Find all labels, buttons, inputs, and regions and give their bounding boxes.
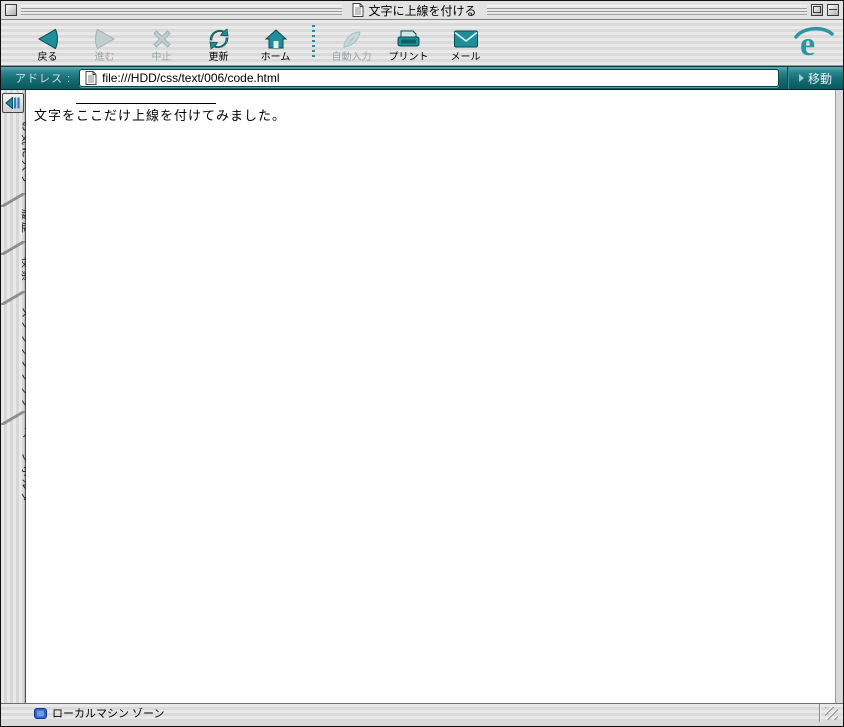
forward-label: 進む: [94, 52, 115, 63]
address-label: アドレス :: [15, 73, 72, 85]
refresh-label: 更新: [208, 52, 229, 63]
zone-status-text: ローカルマシン ゾーン: [52, 708, 165, 720]
sidebar-tab-strip: お気に入り 履歴 検索 スクラップブック ページホルダ: [1, 90, 32, 703]
toolbar: 戻る 進む 中止 更新 ホーム 自動入力 プリント メール e: [1, 20, 843, 66]
page-content: 文字をここだけ上線を付けてみました。: [26, 90, 836, 703]
zoom-box-icon[interactable]: [811, 4, 824, 16]
text-after-overline: みました。: [216, 108, 287, 123]
sidebar-tab-scrapbook[interactable]: スクラップブック: [1, 305, 32, 411]
forward-icon: [92, 26, 118, 51]
title-bar[interactable]: 文字に上線を付ける: [1, 1, 843, 20]
titlebar-stripes: [486, 5, 808, 16]
refresh-icon: [207, 26, 231, 51]
window-frame-bottom: [1, 722, 843, 726]
mail-icon: [453, 26, 479, 51]
resize-grip[interactable]: [819, 704, 843, 722]
home-label: ホーム: [260, 52, 291, 63]
sidebar-tab-history[interactable]: 履歴: [1, 207, 32, 241]
browser-window: 文字に上線を付ける 戻る 進む 中止 更新 ホーム 自動入力 プリント メール …: [0, 0, 844, 727]
document-icon: [85, 71, 97, 85]
autofill-label: 自動入力: [331, 52, 372, 63]
print-label: プリント: [388, 52, 429, 63]
refresh-button[interactable]: 更新: [190, 23, 247, 63]
back-icon: [35, 26, 61, 51]
sidebar-tab-divider: [1, 193, 25, 207]
home-button[interactable]: ホーム: [247, 23, 304, 63]
collapse-box-icon[interactable]: [827, 4, 840, 16]
autofill-button[interactable]: 自動入力: [323, 23, 380, 63]
expand-panel-button[interactable]: [2, 93, 24, 113]
mail-button[interactable]: メール: [437, 23, 494, 63]
stop-label: 中止: [151, 52, 172, 63]
home-icon: [264, 26, 288, 51]
go-label: 移動: [807, 71, 832, 86]
back-button[interactable]: 戻る: [19, 23, 76, 63]
body-text: 文字をここだけ上線を付けてみました。: [34, 103, 286, 127]
forward-button[interactable]: 進む: [76, 23, 133, 63]
titlebar-stripes: [21, 5, 342, 16]
security-zone-icon: [34, 707, 47, 719]
text-before-overline: 文字を: [34, 108, 77, 123]
mail-label: メール: [450, 52, 481, 63]
internet-explorer-logo-icon: e: [793, 24, 835, 67]
toolbar-separator: [312, 25, 315, 59]
sidebar-tab-search[interactable]: 検索: [1, 255, 32, 291]
expand-panel-icon: [5, 97, 20, 109]
overlined-text: ここだけ上線を付けて: [76, 103, 217, 127]
sidebar-tab-favorites[interactable]: お気に入り: [1, 119, 32, 193]
go-arrow-icon: [798, 74, 804, 82]
back-label: 戻る: [37, 52, 58, 63]
sidebar-tab-divider: [1, 411, 25, 425]
main-area: お気に入り 履歴 検索 スクラップブック ページホルダ 文字をここだけ上線を付け…: [1, 90, 843, 703]
stop-icon: [150, 26, 174, 51]
go-button[interactable]: 移動: [787, 67, 843, 89]
print-button[interactable]: プリント: [380, 23, 437, 63]
address-bar: アドレス : 移動: [1, 66, 843, 90]
address-input[interactable]: [102, 70, 773, 86]
status-bar: ローカルマシン ゾーン: [1, 703, 843, 722]
document-icon: [352, 3, 363, 17]
window-title-group: 文字に上線を付ける: [346, 2, 483, 19]
resize-grip-icon: [825, 706, 838, 720]
sidebar-tab-divider: [1, 241, 25, 255]
autofill-icon: [340, 26, 364, 51]
sidebar-tab-pageholder[interactable]: ページホルダ: [1, 425, 32, 511]
page-title: 文字に上線を付ける: [368, 3, 477, 18]
print-icon: [396, 26, 422, 51]
close-box-icon[interactable]: [5, 4, 17, 16]
stop-button[interactable]: 中止: [133, 23, 190, 63]
address-field[interactable]: [79, 69, 779, 87]
sidebar-tab-divider: [1, 291, 25, 305]
